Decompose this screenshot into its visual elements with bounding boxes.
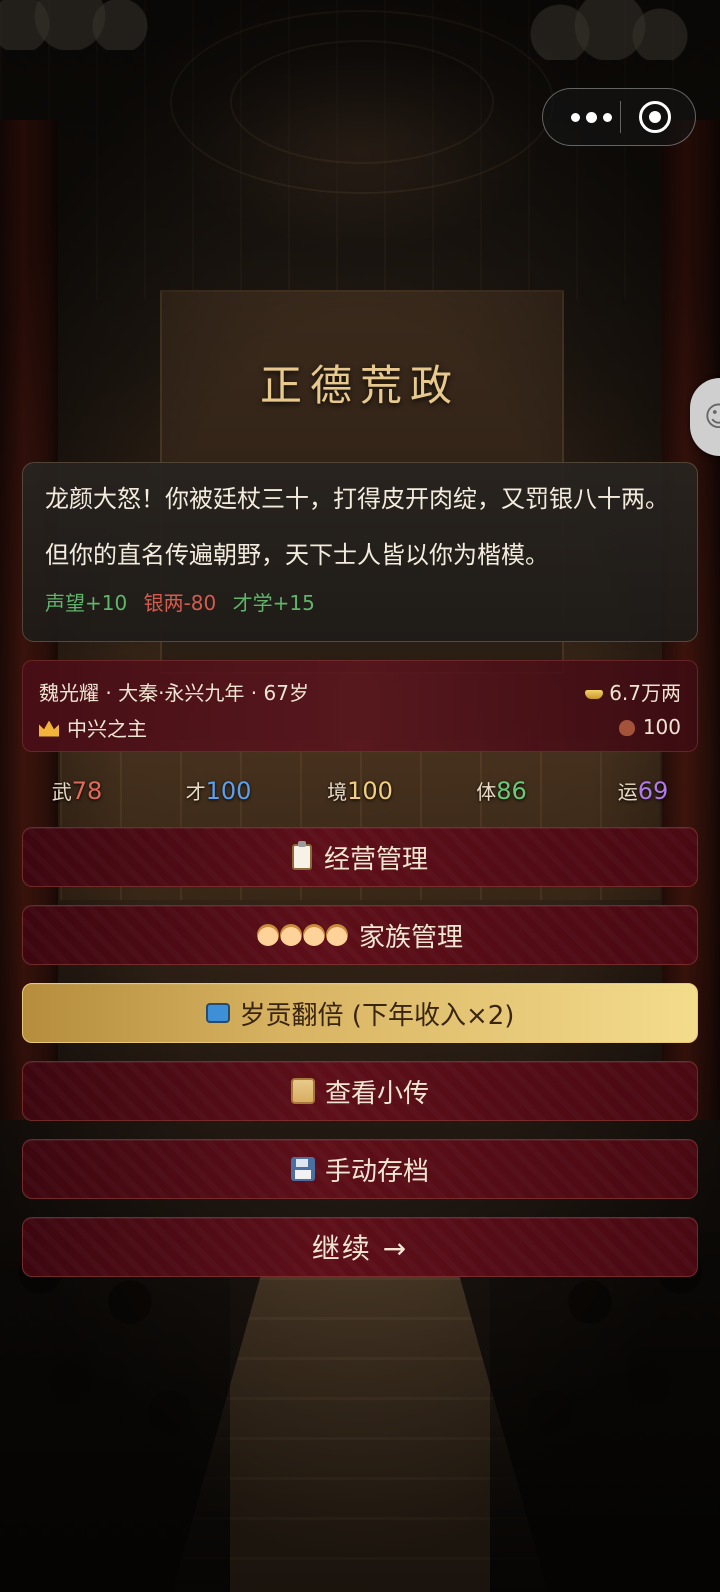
manual-save-label: 手动存档 — [324, 1156, 429, 1187]
money-bag-icon — [618, 720, 635, 736]
character-title-text: 中兴之主 — [67, 716, 147, 741]
effect-talent: 才学+15 — [232, 591, 315, 615]
miniprogram-capsule — [542, 88, 696, 146]
continue-button[interactable]: 继续 → — [22, 1217, 698, 1277]
family-management-label: 家族管理 — [358, 922, 463, 953]
attr-value: 78 — [71, 777, 103, 805]
scroll-icon — [290, 1078, 315, 1104]
attr-label: 才 — [185, 780, 206, 804]
event-card: 龙颜大怒！你被廷杖三十，打得皮开肉绽，又罚银八十两。但你的直名传遍朝野，天下士人… — [22, 462, 698, 642]
continue-label: 继续 → — [311, 1232, 409, 1265]
attr-value: 86 — [496, 777, 527, 805]
business-management-button[interactable]: 经营管理 — [22, 827, 698, 887]
tv-ad-icon — [205, 1003, 230, 1023]
character-info: 魏光耀 · 大秦·永兴九年 · 67岁 — [39, 680, 309, 705]
attr-value: 100 — [347, 777, 393, 805]
character-title: 中兴之主 — [39, 713, 147, 742]
family-management-button[interactable]: 家族管理 — [22, 905, 698, 965]
attr-label: 武 — [51, 780, 72, 804]
view-biography-label: 查看小传 — [324, 1078, 429, 1109]
floppy-disk-icon — [290, 1157, 315, 1181]
page-title: 正德荒政 — [259, 361, 460, 410]
attr-label: 体 — [476, 780, 497, 804]
more-menu-icon[interactable] — [563, 89, 619, 145]
gold-ingot-icon — [585, 689, 604, 699]
double-tribute-label: 岁贡翻倍 (下年收入×2) — [239, 1000, 515, 1031]
silver-amount: 6.7万两 — [585, 677, 681, 706]
attr-talent: 才100 — [164, 772, 274, 812]
event-text: 龙颜大怒！你被廷杖三十，打得皮开肉绽，又罚银八十两。但你的直名传遍朝野，天下士人… — [45, 485, 669, 569]
attr-value: 100 — [205, 777, 252, 805]
attr-martial: 武78 — [22, 772, 132, 812]
close-miniprogram-icon[interactable] — [639, 101, 671, 133]
crown-icon — [39, 720, 59, 737]
attr-realm: 境100 — [305, 772, 415, 812]
character-status-bar: 魏光耀 · 大秦·永兴九年 · 67岁 6.7万两 中兴之主 100 — [22, 660, 698, 752]
manual-save-button[interactable]: 手动存档 — [22, 1139, 698, 1199]
attr-label: 运 — [617, 780, 638, 804]
capsule-divider — [620, 101, 621, 133]
event-effects: 声望+10 银两-80 才学+15 — [45, 587, 675, 616]
attr-value: 69 — [637, 777, 669, 805]
double-tribute-button[interactable]: 岁贡翻倍 (下年收入×2) — [22, 983, 698, 1043]
clipboard-icon — [291, 841, 312, 870]
business-management-label: 经营管理 — [323, 844, 428, 875]
effect-silver: 银两-80 — [143, 591, 217, 615]
view-biography-button[interactable]: 查看小传 — [22, 1061, 698, 1121]
silver-value: 6.7万两 — [609, 680, 681, 705]
attr-luck: 运69 — [588, 772, 698, 812]
effect-reputation: 声望+10 — [45, 591, 128, 615]
family-icon — [256, 924, 349, 946]
attribute-row: 武78 才100 境100 体86 运69 — [22, 772, 698, 812]
favor-value: 100 — [642, 715, 681, 739]
attr-label: 境 — [327, 780, 348, 804]
favor-amount: 100 — [618, 715, 681, 739]
attr-physique: 体86 — [447, 772, 557, 812]
